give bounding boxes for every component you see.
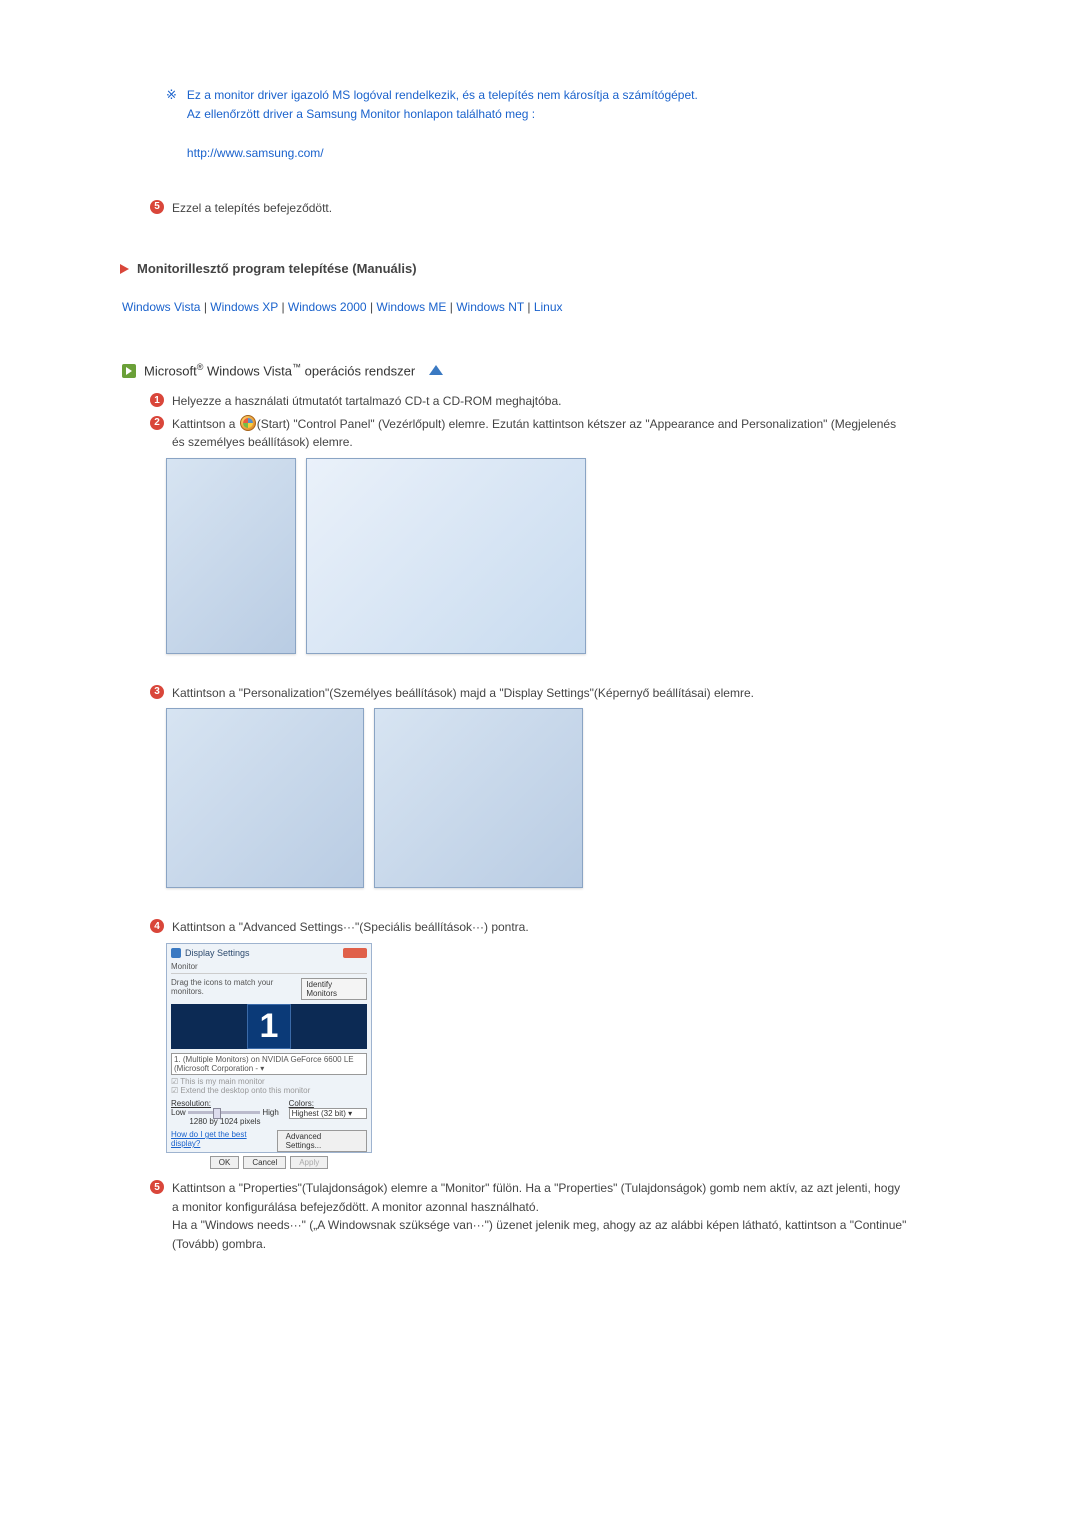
cb-extend-desktop[interactable]: ☑ Extend the desktop onto this monitor — [171, 1086, 367, 1095]
res-low: Low — [171, 1108, 186, 1117]
advanced-settings-button[interactable]: Advanced Settings... — [277, 1130, 367, 1152]
collapse-up-icon[interactable] — [429, 365, 443, 375]
res-value: 1280 by 1024 pixels — [171, 1117, 279, 1126]
samsung-link[interactable]: http://www.samsung.com/ — [187, 146, 324, 160]
screenshot-control-panel — [306, 458, 586, 654]
link-me[interactable]: Windows ME — [376, 300, 446, 314]
step-3-text: Kattintson a "Personalization"(Személyes… — [172, 684, 754, 703]
heading-arrow-icon — [120, 264, 129, 274]
link-xp[interactable]: Windows XP — [210, 300, 278, 314]
step-badge-5b: 5 — [150, 1180, 164, 1194]
monitor-preview: 1 — [171, 1004, 367, 1049]
screenshot-personalization-right — [374, 708, 583, 888]
close-icon[interactable] — [343, 948, 367, 958]
screenshot-start-menu — [166, 458, 296, 654]
page: ※ Ez a monitor driver igazoló MS logóval… — [0, 0, 1080, 1357]
link-linux[interactable]: Linux — [534, 300, 563, 314]
monitor-number[interactable]: 1 — [247, 1004, 292, 1049]
resolution-label: Resolution: — [171, 1099, 279, 1108]
step-4-text: Kattintson a "Advanced Settings···"(Spec… — [172, 918, 529, 937]
screenshot-display-settings: Display Settings Monitor Drag the icons … — [166, 943, 372, 1153]
cb-main-monitor[interactable]: ☑ This is my main monitor — [171, 1077, 367, 1086]
os-links: Windows Vista | Windows XP | Windows 200… — [122, 300, 980, 314]
manual-install-heading: Monitorillesztő program telepítése (Manu… — [118, 243, 980, 292]
completion-text: Ezzel a telepítés befejeződött. — [172, 199, 332, 217]
section-arrow-icon — [122, 364, 136, 378]
vista-title: Microsoft® Windows Vista™ operációs rend… — [144, 362, 415, 378]
colors-select[interactable]: Highest (32 bit) ▾ — [289, 1108, 367, 1119]
dlg-drag-label: Drag the icons to match your monitors. — [171, 978, 301, 1000]
note-mark-icon: ※ — [166, 86, 177, 106]
step-2-text: Kattintson a (Start) "Control Panel" (Ve… — [172, 415, 910, 452]
link-nt[interactable]: Windows NT — [456, 300, 524, 314]
monitor-device-select[interactable]: 1. (Multiple Monitors) on NVIDIA GeForce… — [171, 1053, 367, 1075]
best-display-link[interactable]: How do I get the best display? — [171, 1130, 277, 1152]
dlg-title: Display Settings — [171, 948, 367, 958]
start-orb-icon — [240, 415, 256, 431]
heading-text: Monitorillesztő program telepítése (Manu… — [137, 261, 417, 276]
screenshot-personalization-left — [166, 708, 364, 888]
cancel-button[interactable]: Cancel — [243, 1156, 286, 1169]
step3-screenshots — [166, 708, 980, 888]
step-1-text: Helyezze a használati útmutatót tartalma… — [172, 392, 562, 411]
step-5-text: Kattintson a "Properties"(Tulajdonságok)… — [172, 1179, 910, 1253]
step-badge-5: 5 — [150, 200, 164, 214]
res-high: High — [262, 1108, 278, 1117]
identify-monitors-button[interactable]: Identify Monitors — [301, 978, 367, 1000]
note-section: ※ Ez a monitor driver igazoló MS logóval… — [166, 86, 980, 163]
resolution-slider[interactable] — [188, 1111, 261, 1114]
step2-screenshots — [166, 458, 980, 654]
step-badge-3: 3 — [150, 685, 164, 699]
apply-button[interactable]: Apply — [290, 1156, 328, 1169]
dlg-tab[interactable]: Monitor — [171, 962, 367, 974]
step-badge-4: 4 — [150, 919, 164, 933]
ok-button[interactable]: OK — [210, 1156, 240, 1169]
note-line1: Ez a monitor driver igazoló MS logóval r… — [187, 88, 698, 102]
step-badge-1: 1 — [150, 393, 164, 407]
note-body: Ez a monitor driver igazoló MS logóval r… — [187, 86, 698, 163]
link-2000[interactable]: Windows 2000 — [288, 300, 367, 314]
step-2b: (Start) "Control Panel" (Vezérlőpult) el… — [172, 417, 896, 450]
link-vista[interactable]: Windows Vista — [122, 300, 200, 314]
step-badge-2: 2 — [150, 416, 164, 430]
colors-label: Colors: — [289, 1099, 367, 1108]
step-2a: Kattintson a — [172, 417, 239, 431]
note-line2: Az ellenőrzött driver a Samsung Monitor … — [187, 107, 535, 121]
